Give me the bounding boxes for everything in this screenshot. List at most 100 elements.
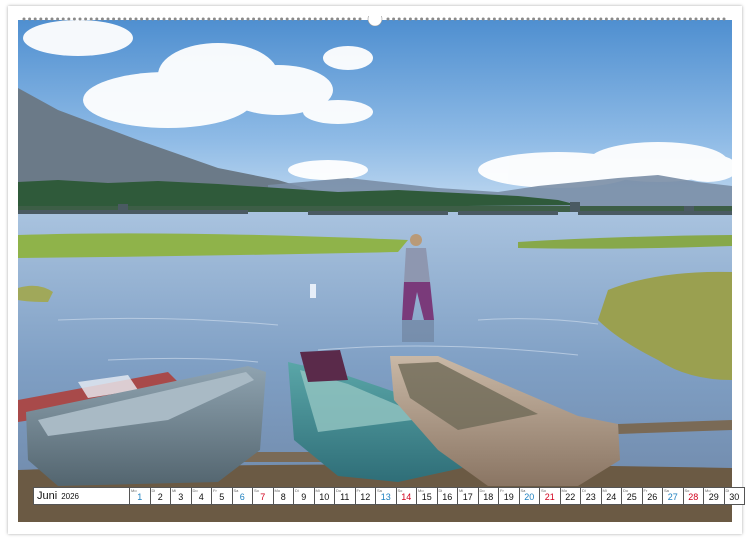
binding-dot bbox=[145, 17, 149, 21]
binding-dot bbox=[190, 17, 194, 21]
day-cell: Do 11 bbox=[335, 487, 356, 505]
day-cell: Mo 8 bbox=[273, 487, 294, 505]
binding-dot bbox=[151, 17, 155, 21]
day-cell: So 28 bbox=[683, 487, 704, 505]
day-number: 25 bbox=[626, 492, 637, 502]
day-number: 20 bbox=[524, 492, 535, 502]
binding-dot bbox=[28, 17, 32, 21]
day-number: 26 bbox=[647, 492, 658, 502]
binding-dot bbox=[420, 17, 424, 21]
binding-dot bbox=[330, 17, 334, 21]
binding-dot bbox=[425, 17, 429, 21]
day-number: 22 bbox=[565, 492, 576, 502]
binding-dot bbox=[280, 17, 284, 21]
binding-dot bbox=[492, 17, 496, 21]
binding-dot bbox=[72, 17, 76, 21]
year-label: 2026 bbox=[61, 491, 79, 501]
binding-dot bbox=[448, 17, 452, 21]
binding-dot bbox=[50, 17, 54, 21]
binding-dot bbox=[498, 17, 502, 21]
binding-dot bbox=[672, 17, 676, 21]
binding-dot bbox=[56, 17, 60, 21]
day-cell: So 21 bbox=[540, 487, 561, 505]
day-number: 16 bbox=[442, 492, 453, 502]
day-cell: Do 25 bbox=[622, 487, 643, 505]
day-number: 29 bbox=[708, 492, 719, 502]
binding-dot bbox=[403, 17, 407, 21]
binding-dot bbox=[509, 17, 513, 21]
binding-dot bbox=[621, 17, 625, 21]
binding-dot bbox=[632, 17, 636, 21]
day-number: 19 bbox=[503, 492, 514, 502]
binding-dot bbox=[694, 17, 698, 21]
binding-dot bbox=[582, 17, 586, 21]
day-number: 4 bbox=[198, 492, 204, 502]
binding-dot bbox=[414, 17, 418, 21]
binding-dot bbox=[201, 17, 205, 21]
binding-dot bbox=[173, 17, 177, 21]
day-number: 10 bbox=[319, 492, 330, 502]
day-cell: Fr 26 bbox=[642, 487, 663, 505]
binding-dot bbox=[252, 17, 256, 21]
day-cell: Di 23 bbox=[581, 487, 602, 505]
binding-dot bbox=[128, 17, 132, 21]
day-number: 5 bbox=[219, 492, 225, 502]
day-cells: Mo 1 Di 2 Mi 3 Do 4 Fr 5 Sa 6 So 7 Mo 8 Di 9 Mi 10 Do 11 Fr 12 S… bbox=[130, 487, 745, 505]
binding-dot bbox=[532, 17, 536, 21]
binding-dot bbox=[168, 17, 172, 21]
binding-dot bbox=[257, 17, 261, 21]
binding-dot bbox=[123, 17, 127, 21]
binding-dot bbox=[537, 17, 541, 21]
day-cell: Fr 19 bbox=[499, 487, 520, 505]
binding-dot bbox=[593, 17, 597, 21]
binding-dot bbox=[683, 17, 687, 21]
binding-dot bbox=[397, 17, 401, 21]
day-cell: Do 4 bbox=[191, 487, 212, 505]
day-cell: Mo 22 bbox=[560, 487, 581, 505]
binding-dot bbox=[604, 17, 608, 21]
day-cell: Mo 15 bbox=[417, 487, 438, 505]
binding-dot bbox=[565, 17, 569, 21]
binding-dot bbox=[22, 17, 26, 21]
binding-dot bbox=[436, 17, 440, 21]
binding-dot bbox=[666, 17, 670, 21]
day-cell: Mo 1 bbox=[130, 487, 151, 505]
day-cell: Mi 24 bbox=[601, 487, 622, 505]
binding-dot bbox=[240, 17, 244, 21]
binding-dot bbox=[660, 17, 664, 21]
day-cell: Mi 3 bbox=[171, 487, 192, 505]
month-name: Juni bbox=[37, 490, 58, 502]
day-number: 24 bbox=[606, 492, 617, 502]
day-cell: Mi 10 bbox=[314, 487, 335, 505]
binding-dot bbox=[386, 17, 390, 21]
binding-dot bbox=[162, 17, 166, 21]
binding-dot bbox=[67, 17, 71, 21]
binding-dot bbox=[655, 17, 659, 21]
binding-dot bbox=[78, 17, 82, 21]
binding-dot bbox=[515, 17, 519, 21]
binding-dot bbox=[638, 17, 642, 21]
binding-dot bbox=[644, 17, 648, 21]
day-cell: So 14 bbox=[396, 487, 417, 505]
binding-dot bbox=[476, 17, 480, 21]
day-number: 17 bbox=[462, 492, 473, 502]
binding-dot bbox=[308, 17, 312, 21]
binding-dot bbox=[526, 17, 530, 21]
month-label: Juni 2026 bbox=[33, 487, 130, 505]
day-cell: Di 16 bbox=[437, 487, 458, 505]
day-cell: Di 9 bbox=[294, 487, 315, 505]
day-number: 12 bbox=[360, 492, 371, 502]
binding-dot bbox=[263, 17, 267, 21]
binding-dot bbox=[302, 17, 306, 21]
binding-dot bbox=[95, 17, 99, 21]
binding-dot bbox=[481, 17, 485, 21]
day-number: 8 bbox=[280, 492, 286, 502]
day-cell: Di 2 bbox=[150, 487, 171, 505]
binding-dot bbox=[347, 17, 351, 21]
binding-dot bbox=[218, 17, 222, 21]
binding-dot bbox=[100, 17, 104, 21]
binding-dot bbox=[504, 17, 508, 21]
binding-dot bbox=[285, 17, 289, 21]
day-cell: Sa 13 bbox=[376, 487, 397, 505]
binding-dot bbox=[358, 17, 362, 21]
